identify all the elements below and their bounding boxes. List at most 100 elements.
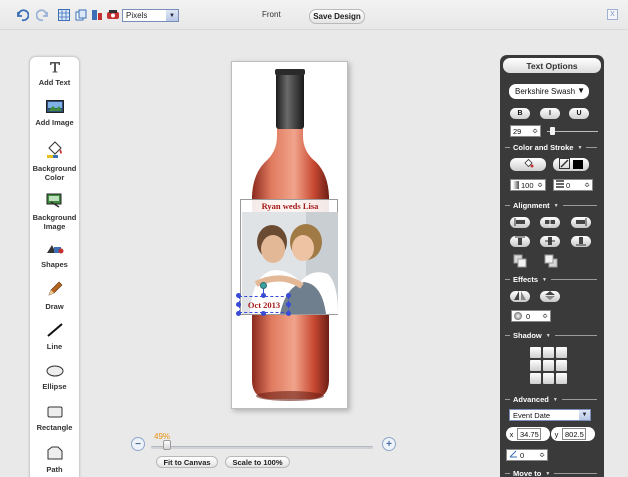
align-middle-button[interactable] xyxy=(540,236,560,247)
shadow-cell[interactable] xyxy=(556,347,567,358)
opacity-input[interactable]: 100 ≎ xyxy=(510,179,546,191)
zoom-out-icon[interactable]: − xyxy=(131,437,145,451)
align-right-button[interactable] xyxy=(571,217,591,228)
bold-button[interactable]: B xyxy=(510,108,530,119)
undo-icon[interactable] xyxy=(15,8,29,22)
tool-draw[interactable]: Draw xyxy=(30,281,79,311)
shadow-cell[interactable] xyxy=(556,360,567,371)
shadow-cell[interactable] xyxy=(556,373,567,384)
stroke-color-button[interactable] xyxy=(553,158,589,171)
shadow-cell[interactable] xyxy=(530,373,541,384)
tool-shapes[interactable]: Shapes xyxy=(30,243,79,269)
flip-vertical-button[interactable] xyxy=(540,291,560,302)
stepper-icon[interactable]: ≎ xyxy=(532,127,538,135)
resize-handle[interactable] xyxy=(236,302,241,307)
stroke-width-value: 0 xyxy=(566,180,571,190)
alignment-section[interactable]: Alignment ▼ xyxy=(505,201,597,210)
move-to-section[interactable]: Move to ▼ xyxy=(505,469,597,477)
background-image-icon xyxy=(30,192,79,210)
font-select[interactable]: Berkshire Swash ▼ xyxy=(509,84,589,99)
x-position-field[interactable]: x 34.75 xyxy=(506,427,550,441)
stepper-icon[interactable]: ≎ xyxy=(542,312,548,320)
align-icon[interactable] xyxy=(90,8,104,22)
rotate-handle[interactable] xyxy=(260,282,267,289)
bring-forward-icon xyxy=(513,254,527,270)
shadow-cell[interactable] xyxy=(543,347,554,358)
resize-handle[interactable] xyxy=(286,302,291,307)
shadow-cell[interactable] xyxy=(543,360,554,371)
copy-icon[interactable] xyxy=(74,8,88,22)
label-title-text[interactable]: Ryan weds Lisa xyxy=(241,201,339,211)
close-icon[interactable]: X xyxy=(607,9,618,20)
underline-button[interactable]: U xyxy=(569,108,589,119)
stepper-icon[interactable]: ≎ xyxy=(584,181,590,189)
y-label: y xyxy=(554,429,559,439)
opacity-value: 100 xyxy=(521,180,534,190)
angle-icon xyxy=(509,450,518,460)
resize-handle[interactable] xyxy=(261,311,266,316)
effects-section[interactable]: Effects ▼ xyxy=(505,275,597,284)
resize-handle[interactable] xyxy=(236,293,241,298)
shadow-cell[interactable] xyxy=(543,373,554,384)
chevron-down-icon: ▼ xyxy=(577,144,583,151)
resize-handle[interactable] xyxy=(286,311,291,316)
tool-path[interactable]: Path xyxy=(30,446,79,474)
chevron-down-icon[interactable]: ▼ xyxy=(166,10,178,21)
stepper-icon[interactable]: ≎ xyxy=(539,451,545,459)
shadow-section[interactable]: Shadow ▼ xyxy=(505,331,597,340)
tool-line[interactable]: Line xyxy=(30,323,79,351)
scale-to-100-button[interactable]: Scale to 100% xyxy=(225,456,290,468)
align-top-button[interactable] xyxy=(510,236,530,247)
resize-handle[interactable] xyxy=(236,311,241,316)
advanced-section[interactable]: Advanced ▼ xyxy=(505,395,597,404)
tool-add-image[interactable]: Add Image xyxy=(30,100,79,127)
rotation-angle-input[interactable]: 0 ≎ xyxy=(506,449,548,461)
zoom-slider-handle[interactable] xyxy=(162,440,171,450)
x-label: x xyxy=(509,429,514,439)
y-position-field[interactable]: y 802.5 xyxy=(551,427,595,441)
bring-forward-button[interactable] xyxy=(513,254,527,270)
align-left-button[interactable] xyxy=(510,217,530,228)
units-select[interactable]: Pixels ▼ xyxy=(122,9,179,22)
shadow-cell[interactable] xyxy=(530,347,541,358)
align-center-button[interactable] xyxy=(540,217,560,228)
tool-label: Line xyxy=(46,342,63,351)
line-icon xyxy=(30,323,79,339)
tool-background-color[interactable]: Background Color xyxy=(30,141,79,182)
stepper-icon[interactable]: ≎ xyxy=(537,181,543,189)
tool-add-text[interactable]: Add Text xyxy=(30,61,79,87)
tool-label: Background Color xyxy=(32,164,77,182)
chevron-down-icon[interactable]: ▼ xyxy=(577,86,585,95)
rectangle-icon xyxy=(30,406,79,420)
shadow-cell[interactable] xyxy=(530,360,541,371)
chevron-down-icon: ▼ xyxy=(542,276,547,283)
tool-rectangle[interactable]: Rectangle xyxy=(30,406,79,432)
italic-button[interactable]: I xyxy=(540,108,560,119)
tool-ellipse[interactable]: Ellipse xyxy=(30,365,79,391)
zoom-slider[interactable] xyxy=(151,446,373,449)
save-design-button[interactable]: Save Design xyxy=(309,9,365,24)
color-stroke-section[interactable]: Color and Stroke ▼ xyxy=(505,143,597,152)
y-value[interactable]: 802.5 xyxy=(562,428,586,440)
angle-value: 0 xyxy=(520,450,525,460)
effect-value-input[interactable]: 0 ≎ xyxy=(511,310,551,322)
resize-handle[interactable] xyxy=(286,293,291,298)
text-color-button[interactable] xyxy=(510,158,546,171)
send-backward-button[interactable] xyxy=(544,254,558,269)
fit-to-canvas-button[interactable]: Fit to Canvas xyxy=(156,456,218,468)
flip-horizontal-button[interactable] xyxy=(510,291,530,302)
grid-icon[interactable] xyxy=(57,8,71,22)
zoom-in-icon[interactable]: + xyxy=(382,437,396,451)
chevron-down-icon[interactable]: ▼ xyxy=(579,410,590,420)
stroke-width-input[interactable]: 0 ≎ xyxy=(553,179,593,191)
tool-panel: Add Text Add Image Background Color Back… xyxy=(29,56,80,477)
font-size-slider[interactable] xyxy=(547,131,598,132)
clear-icon[interactable] xyxy=(106,8,120,22)
font-size-input[interactable]: 29 ≎ xyxy=(510,125,541,137)
x-value[interactable]: 34.75 xyxy=(517,428,541,440)
font-size-slider-handle[interactable] xyxy=(549,127,555,135)
tool-background-image[interactable]: Background Image xyxy=(30,192,79,231)
align-bottom-button[interactable] xyxy=(571,236,591,247)
redo-icon[interactable] xyxy=(36,8,50,22)
field-select[interactable]: Event Date ▼ xyxy=(509,409,591,421)
